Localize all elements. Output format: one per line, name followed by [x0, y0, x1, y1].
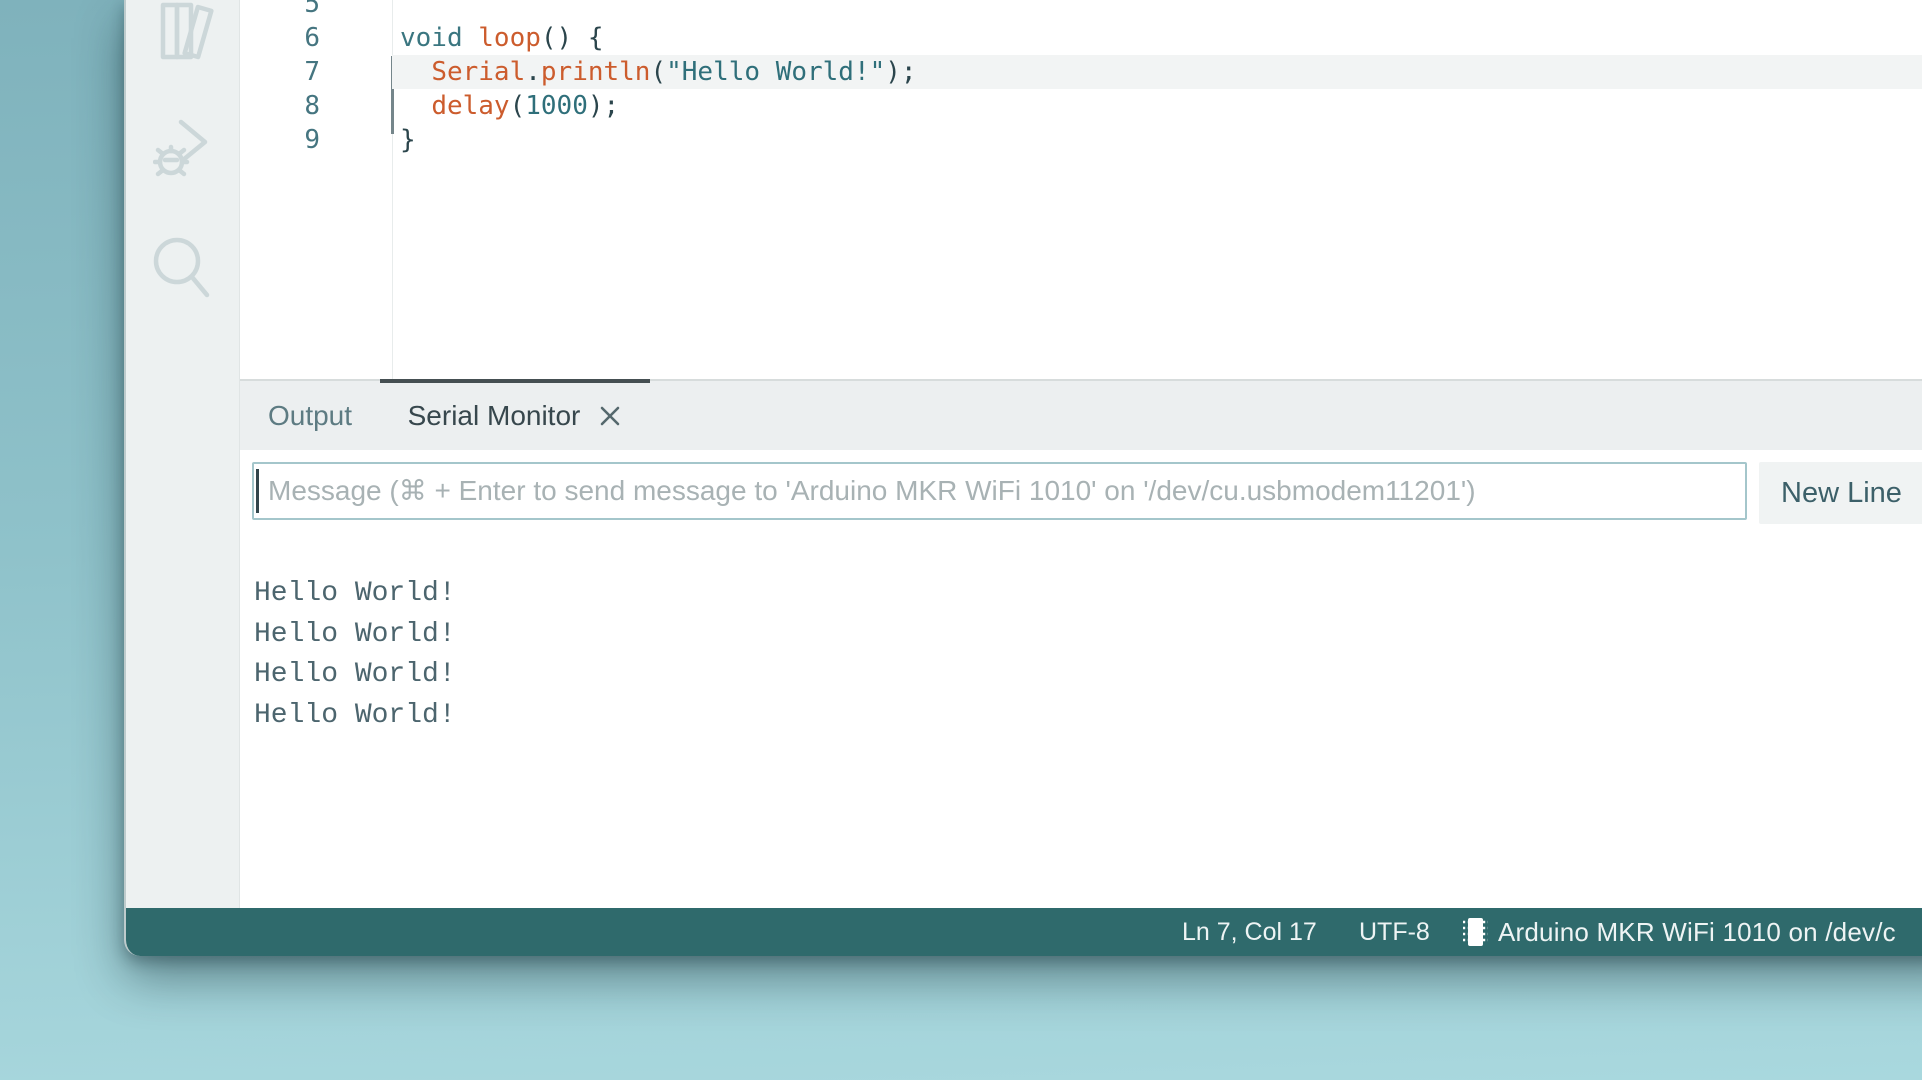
code-line: 7 Serial.println("Hello World!"); [240, 55, 1922, 89]
arduino-ide-window: 5 6void loop() {7 Serial.println("Hello W… [124, 0, 1922, 956]
text-caret [256, 469, 259, 513]
chip-icon [1460, 915, 1490, 949]
line-number[interactable]: 7 [240, 57, 392, 87]
cursor-position-status[interactable]: Ln 7, Col 17 [1182, 908, 1317, 956]
tab-serial-monitor[interactable]: Serial Monitor [380, 381, 650, 450]
tab-output-label: Output [268, 400, 352, 432]
code-line-content: void loop() { [392, 21, 1922, 55]
code-line-content: Serial.println("Hello World!"); [392, 55, 1922, 89]
bottom-panel-tabbar: Output Serial Monitor [240, 379, 1922, 450]
active-tab-indicator [380, 379, 650, 383]
status-bar: Ln 7, Col 17 UTF-8 Arduino MKR WiFi 1010… [126, 908, 1922, 956]
code-line: 6void loop() { [240, 21, 1922, 55]
line-number[interactable]: 6 [240, 23, 392, 53]
editor-lines: 5 6void loop() {7 Serial.println("Hello W… [240, 0, 1922, 157]
debug-icon[interactable] [126, 116, 240, 180]
board-port-label: Arduino MKR WiFi 1010 on /dev/c [1498, 917, 1896, 948]
serial-output-line: Hello World! [254, 615, 456, 656]
encoding-status[interactable]: UTF-8 [1359, 908, 1430, 956]
close-icon[interactable] [598, 404, 622, 428]
line-number[interactable]: 8 [240, 91, 392, 121]
code-line-content: } [392, 123, 1922, 157]
tab-serial-monitor-label: Serial Monitor [408, 400, 581, 432]
code-line: 8 delay(1000); [240, 89, 1922, 123]
serial-monitor-panel: New Line Hello World!Hello World!Hello W… [240, 450, 1922, 908]
code-line: 5 [240, 0, 1922, 21]
code-editor[interactable]: 5 6void loop() {7 Serial.println("Hello W… [240, 0, 1922, 379]
tab-output[interactable]: Output [240, 381, 380, 450]
serial-output-line: Hello World! [254, 655, 456, 696]
serial-output-line: Hello World! [254, 574, 456, 615]
search-icon[interactable] [126, 237, 240, 301]
line-ending-dropdown[interactable]: New Line [1759, 462, 1922, 524]
line-number[interactable]: 9 [240, 125, 392, 155]
serial-message-input[interactable] [252, 462, 1747, 520]
code-line-content: delay(1000); [392, 89, 1922, 123]
code-line-content [392, 0, 1922, 21]
library-manager-icon[interactable] [126, 2, 240, 60]
line-number[interactable]: 5 [240, 0, 392, 19]
serial-output-line: Hello World! [254, 696, 456, 737]
code-line: 9} [240, 123, 1922, 157]
board-port-status[interactable]: Arduino MKR WiFi 1010 on /dev/c [1460, 908, 1896, 956]
activity-sidebar [126, 0, 240, 908]
serial-output[interactable]: Hello World!Hello World!Hello World!Hell… [254, 574, 456, 736]
